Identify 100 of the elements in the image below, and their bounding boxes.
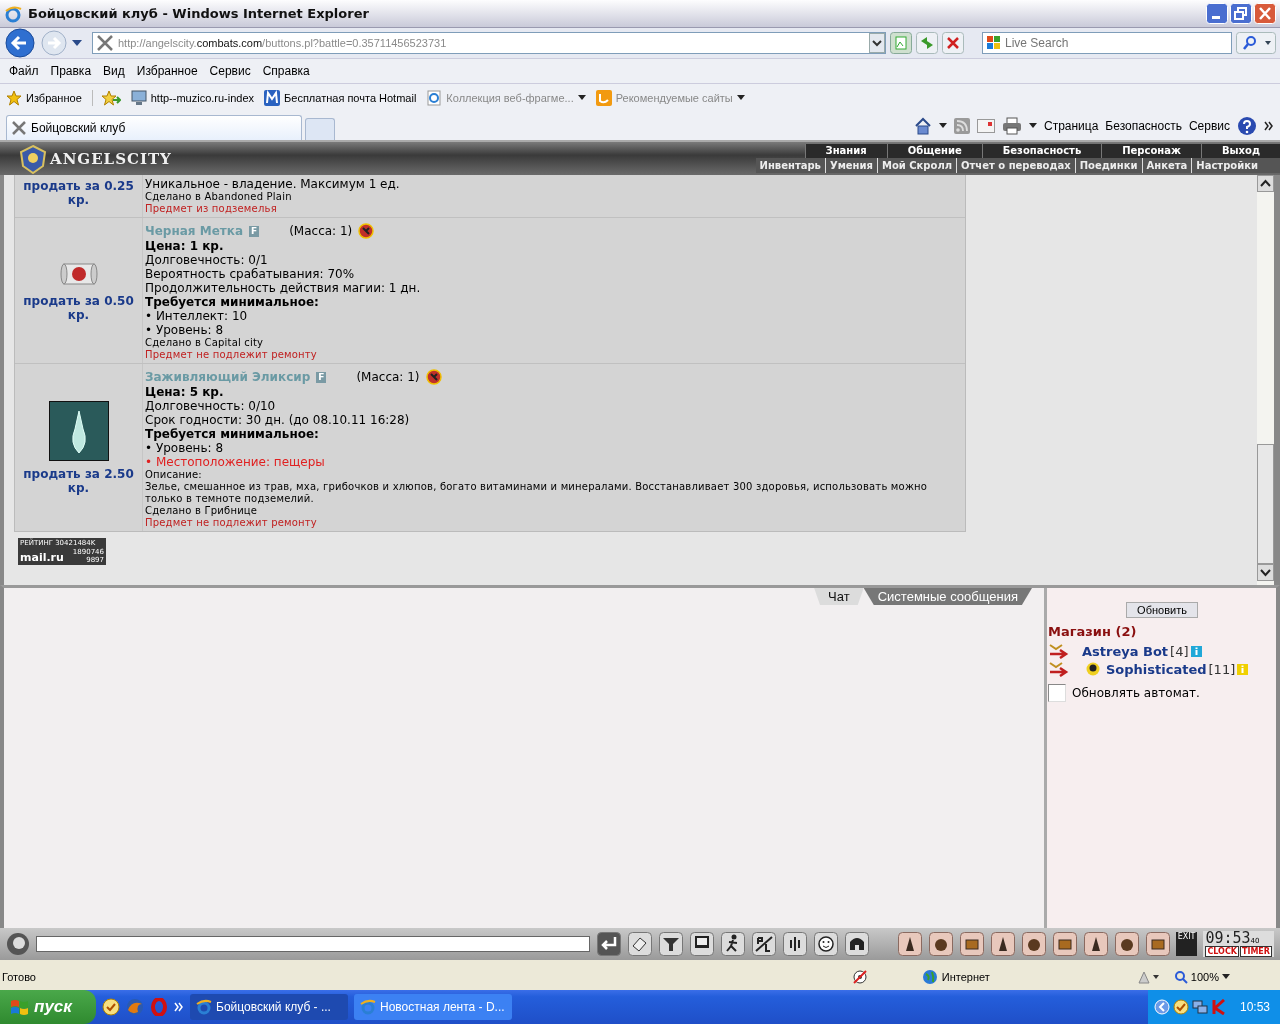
command-menu[interactable]: Безопасность [1105,119,1182,133]
item-property: • Уровень: 8 [145,323,225,337]
menu-item[interactable]: Сервис [203,62,257,80]
stop-icon[interactable] [942,32,964,54]
browser-tab[interactable]: Бойцовский клуб [6,115,302,140]
item-property: Долговечность: 0/10 [145,399,277,413]
favorite-link[interactable]: http--muzico.ru-index [130,90,255,106]
refresh-icon[interactable] [916,32,938,54]
running-man-icon[interactable] [721,932,745,956]
arrow-icon[interactable] [1048,661,1070,677]
nav-link[interactable]: Поединки [1075,158,1143,173]
crossed-swords-icon [11,120,27,136]
scroll-down-icon[interactable] [1257,564,1274,581]
filter-icon[interactable] [659,932,683,956]
nav-link[interactable]: Настройки [1192,158,1262,173]
item-warning: Предмет не подлежит ремонту [145,349,318,361]
arrow-icon[interactable] [1048,643,1070,659]
clock-text: 10:53 [1239,1000,1270,1014]
windows-flag-icon [10,998,30,1016]
search-icon[interactable] [1236,32,1276,54]
sound-icon[interactable] [783,932,807,956]
refresh-button[interactable]: Обновить [1126,602,1198,618]
sell-link[interactable]: продать за 0.50 кр. [19,293,138,322]
home-icon[interactable] [913,117,932,135]
flag-badge: F [249,225,260,237]
protected-mode-icon[interactable] [1135,969,1160,985]
smiley-icon[interactable] [814,932,838,956]
item-property: Вероятность срабатывания: 70% [145,267,356,281]
exit-button[interactable]: EXIT [1175,932,1198,956]
item-property: Долговечность: 0/1 [145,253,269,267]
monitor-icon[interactable] [690,932,714,956]
restore-icon[interactable] [1230,3,1252,24]
add-favorite-icon[interactable] [91,90,121,106]
flag-badge: F [316,371,327,383]
zoom-control[interactable]: 100% [1173,970,1230,984]
envelope-icon[interactable] [976,119,995,133]
scrollbar[interactable] [1257,175,1274,585]
user-name[interactable]: Sophisticated [1106,661,1207,677]
globe-icon [921,969,938,985]
taskbar-button[interactable]: Новостная лента - D... [354,994,512,1020]
helmet-icon[interactable] [845,932,869,956]
search-field[interactable]: Live Search [982,32,1232,54]
dropdown-arrow-icon[interactable] [1028,123,1037,129]
auto-refresh-checkbox[interactable] [1048,684,1066,702]
crossed-swords-icon [96,34,114,52]
command-menu[interactable]: Страница [1043,119,1099,133]
info-icon[interactable] [1190,645,1202,657]
item-note: Сделано в Грибнице [145,505,259,517]
back-icon[interactable] [4,27,36,59]
privacy-icon[interactable] [851,969,868,985]
chat-tab[interactable]: Чат [814,588,864,605]
scroll-up-icon[interactable] [1257,175,1274,192]
menu-item[interactable]: Правка [44,62,98,80]
close-icon[interactable] [1254,3,1276,24]
sell-link[interactable]: продать за 2.50 кр. [19,466,138,495]
chat-input[interactable] [36,936,590,952]
address-field[interactable]: http://angelscity.combats.com/buttons.pl?battle=0.35711456523731 [92,32,886,54]
chat-tab[interactable]: Системные сообщения [863,588,1032,605]
crest-icon [18,143,48,174]
nav-link[interactable]: Отчет о переводах [957,158,1076,173]
item-requirement: • Местоположение: пещеры [145,455,326,469]
chevrons-icon[interactable] [1264,121,1274,131]
browser-logo-icon [196,999,212,1015]
potion-drawing [48,400,109,461]
nav-link[interactable]: Инвентарь [755,158,826,173]
letters-icon[interactable] [752,932,776,956]
help-icon[interactable] [1237,116,1257,136]
star-icon [6,90,22,106]
start-button[interactable]: пуск [0,990,96,1024]
printer-icon[interactable] [1001,117,1022,135]
nav-link[interactable]: Мой Скролл [877,158,958,173]
command-menu[interactable]: Сервис [1188,119,1230,133]
nav-link[interactable]: Анкета [1142,158,1193,173]
logo-text: ANGELSCITY [50,149,172,168]
suggested-sites-icon [595,90,612,106]
minimize-icon[interactable] [1206,3,1228,24]
clock-button[interactable]: CLOCK [1205,946,1239,957]
eraser-icon[interactable] [628,932,652,956]
window-title: Бойцовский клуб - Windows Internet Explorer [28,6,370,21]
picture-icon[interactable] [890,32,912,54]
user-name[interactable]: Astreya Bot [1082,643,1169,659]
menu-item[interactable]: Избранное [130,62,204,80]
taskbar-button[interactable]: Бойцовский клуб - ... [190,994,348,1020]
dropdown-arrow-icon[interactable] [72,39,82,47]
item-mass: (Масса: 1) [289,224,353,238]
menu-item[interactable]: Справка [256,62,316,80]
nav-link[interactable]: Умения [825,158,878,173]
menu-item[interactable]: Вид [97,62,131,80]
item-note: Зелье, смешанное из трав, мха, грибочков и хлюпов, богато витаминами и минералами. Восстанавливает 300 здоровья, использовать можно только в темноте подземелий. [145,481,929,505]
menu-item[interactable]: Файл [3,62,45,80]
favorite-link[interactable]: Бесплатная почта Hotmail [264,90,417,106]
item-property: Срок годности: 30 дн. (до 08.10.11 16:28) [145,413,411,427]
dropdown-arrow-icon[interactable] [938,123,947,129]
favorites-button[interactable]: Избранное [6,90,82,106]
item-heading: Цена: 1 кр. [145,239,225,253]
enter-icon[interactable] [597,932,621,956]
network-icon[interactable] [1191,999,1208,1015]
timer-button[interactable]: TIMER [1239,946,1272,957]
counter-brand: mail.ru [20,552,64,564]
item-property: Уникальное - владение. Максимум 1 ед. [145,177,401,191]
